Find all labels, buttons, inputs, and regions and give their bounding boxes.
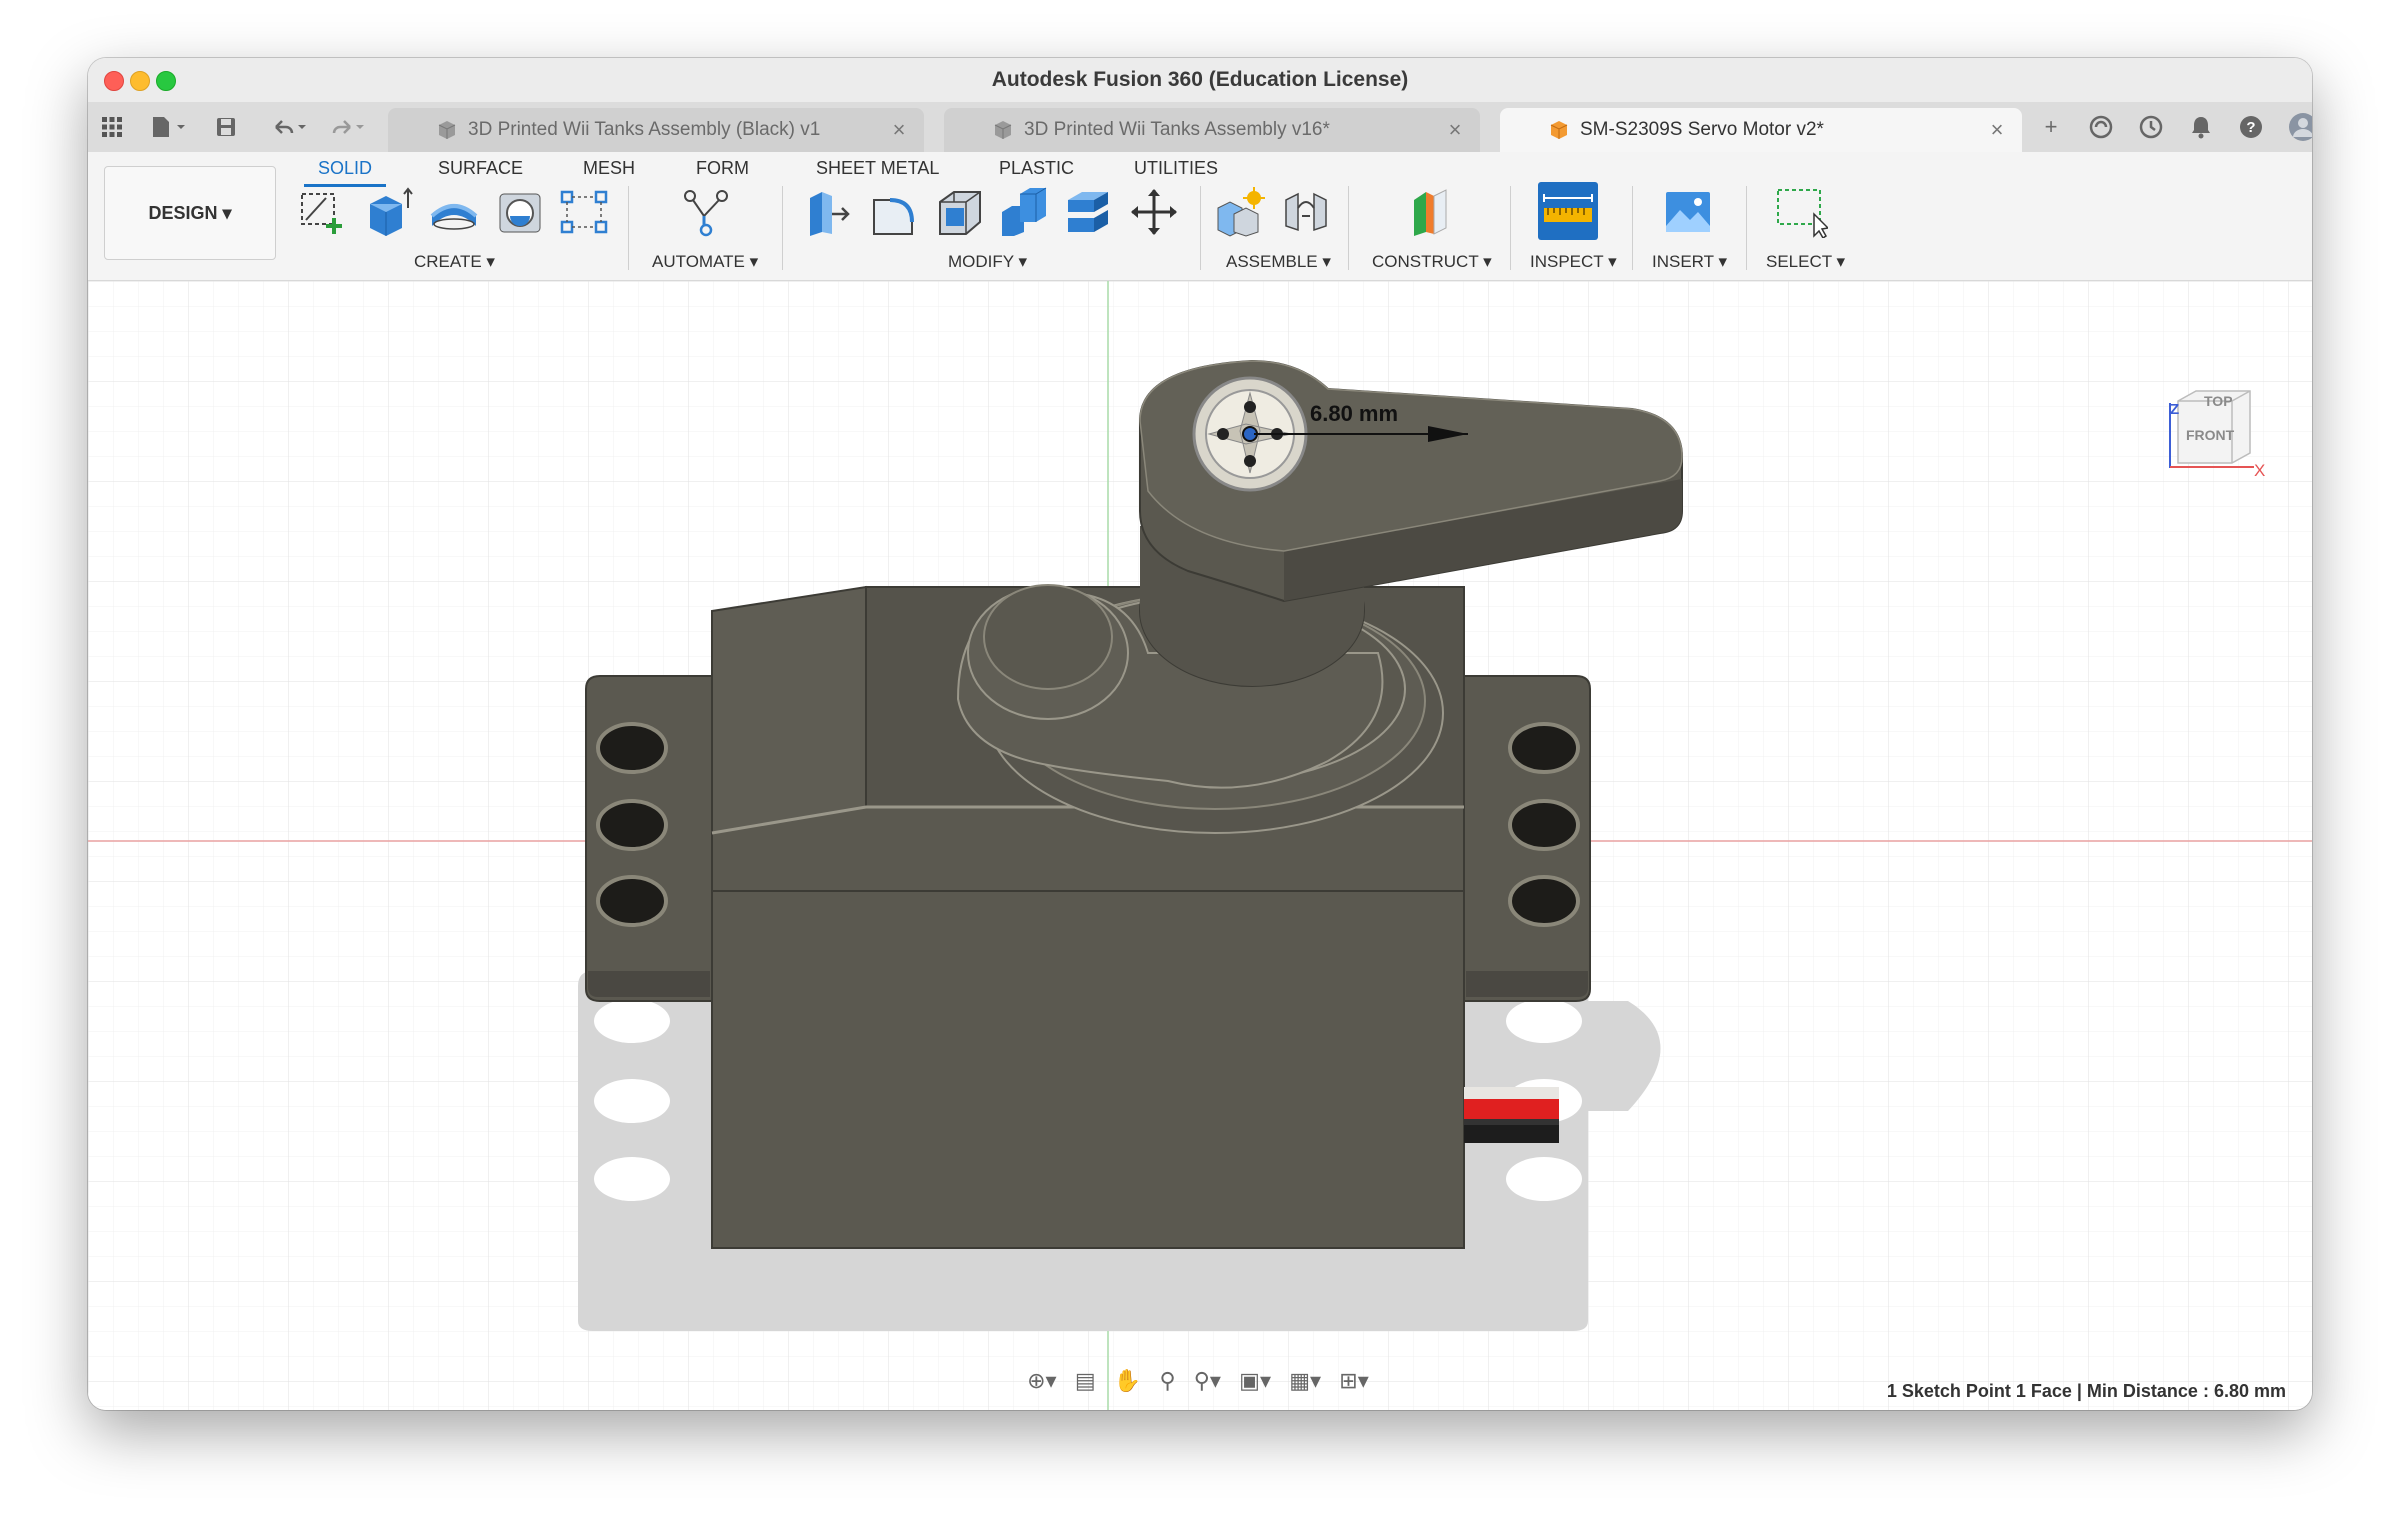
servo-wire[interactable] <box>1464 1087 1559 1143</box>
close-tab-icon[interactable]: × <box>1986 117 2008 143</box>
tab-form[interactable]: FORM <box>696 158 749 179</box>
tab-sheet-metal[interactable]: SHEET METAL <box>816 158 939 179</box>
close-tab-icon[interactable]: × <box>888 117 910 143</box>
viewcube-top-face[interactable]: TOP <box>2204 393 2233 409</box>
servo-right-flange[interactable] <box>1463 675 1591 1002</box>
extensions-icon[interactable] <box>2086 112 2116 142</box>
tab-solid[interactable]: SOLID <box>303 158 387 187</box>
split-body-icon[interactable] <box>1062 186 1114 238</box>
viewcube-axis-z: Z <box>2170 401 2180 418</box>
tab-label: 3D Printed Wii Tanks Assembly (Black) v1 <box>468 119 821 140</box>
close-tab-icon[interactable]: × <box>1444 117 1466 143</box>
title-bar: Autodesk Fusion 360 (Education License) <box>88 58 2312 103</box>
tab-utilities[interactable]: UTILITIES <box>1134 158 1218 179</box>
servo-lower-body[interactable] <box>711 890 1465 1249</box>
viewcube-axis-x: X <box>2254 461 2266 480</box>
canvas-viewport[interactable]: 6.80 mm Z TOP FRONT X ⊕▾ ▤ ✋ ⚲ ⚲▾ ▣▾ ▦▾ … <box>88 281 2312 1410</box>
select-group-label[interactable]: SELECT ▾ <box>1766 252 1845 272</box>
data-panel-grid-icon[interactable] <box>98 114 126 140</box>
move-copy-icon[interactable] <box>1128 186 1180 238</box>
divider <box>1348 186 1349 270</box>
zoom-icon[interactable]: ⚲ <box>1159 1368 1175 1394</box>
revolve-icon[interactable] <box>428 186 480 238</box>
component-icon <box>994 121 1012 139</box>
divider <box>1746 186 1747 270</box>
divider <box>1632 186 1633 270</box>
grid-settings-icon[interactable]: ▦▾ <box>1289 1368 1321 1394</box>
divider <box>1200 186 1201 270</box>
tab-label: SM-S2309S Servo Motor v2* <box>1580 119 1824 140</box>
create-group-label[interactable]: CREATE ▾ <box>414 252 495 272</box>
user-avatar[interactable] <box>2288 112 2312 142</box>
redo-icon[interactable] <box>326 114 370 140</box>
viewcube-front-face[interactable]: FRONT <box>2186 427 2234 443</box>
orbit-icon[interactable]: ⊕▾ <box>1027 1368 1056 1394</box>
document-tab-bar: 3D Printed Wii Tanks Assembly (Black) v1… <box>88 102 2312 153</box>
fit-zoom-icon[interactable]: ⚲▾ <box>1194 1368 1221 1394</box>
divider <box>1510 186 1511 270</box>
divider <box>782 186 783 270</box>
insert-group-label[interactable]: INSERT ▾ <box>1652 252 1727 272</box>
pan-hand-icon[interactable]: ✋ <box>1114 1368 1141 1394</box>
measure-icon[interactable] <box>1538 182 1598 240</box>
notifications-bell-icon[interactable] <box>2186 112 2216 142</box>
model-canvas[interactable] <box>88 281 2312 1410</box>
fillet-icon[interactable] <box>868 186 920 238</box>
combine-icon[interactable] <box>998 186 1050 238</box>
insert-image-icon[interactable] <box>1662 186 1714 238</box>
tab-label: 3D Printed Wii Tanks Assembly v16* <box>1024 119 1330 140</box>
help-icon[interactable]: ? <box>2236 112 2266 142</box>
component-orange-icon <box>1550 121 1568 139</box>
joint-icon[interactable] <box>1280 186 1332 238</box>
extrude-icon[interactable] <box>362 186 414 238</box>
create-sketch-icon[interactable] <box>296 186 348 238</box>
hole-icon[interactable] <box>494 186 546 238</box>
assemble-group-label[interactable]: ASSEMBLE ▾ <box>1226 252 1331 272</box>
construct-group-label[interactable]: CONSTRUCT ▾ <box>1372 252 1492 272</box>
navigation-bar: ⊕▾ ▤ ✋ ⚲ ⚲▾ ▣▾ ▦▾ ⊞▾ <box>1018 1361 1378 1401</box>
undo-icon[interactable] <box>268 114 312 140</box>
new-component-icon[interactable] <box>1214 186 1266 238</box>
viewcube[interactable]: Z TOP FRONT X <box>2156 383 2266 483</box>
shell-icon[interactable] <box>934 186 986 238</box>
tab-surface[interactable]: SURFACE <box>438 158 523 179</box>
divider <box>628 186 629 270</box>
new-tab-icon[interactable]: + <box>2036 112 2066 142</box>
modify-group-label[interactable]: MODIFY ▾ <box>948 252 1027 272</box>
automate-group-label[interactable]: AUTOMATE ▾ <box>652 252 758 272</box>
inspect-group-label[interactable]: INSPECT ▾ <box>1530 252 1617 272</box>
tab-plastic[interactable]: PLASTIC <box>999 158 1074 179</box>
display-settings-icon[interactable]: ▣▾ <box>1239 1368 1271 1394</box>
construct-plane-icon[interactable] <box>1404 186 1456 238</box>
measure-status-text: 1 Sketch Point 1 Face | Min Distance : 6… <box>1886 1381 2286 1401</box>
measurement-label: 6.80 mm <box>1310 401 1399 426</box>
job-status-icon[interactable] <box>2136 112 2166 142</box>
save-icon[interactable] <box>212 114 240 140</box>
select-window-icon[interactable] <box>1776 186 1828 238</box>
pattern-icon[interactable] <box>558 186 610 238</box>
workspace-switcher[interactable]: DESIGN ▾ <box>104 166 276 260</box>
look-at-icon[interactable]: ▤ <box>1075 1368 1096 1394</box>
window-title: Autodesk Fusion 360 (Education License) <box>991 68 1409 91</box>
app-window: Autodesk Fusion 360 (Education License) … <box>88 58 2312 1410</box>
servo-left-flange[interactable] <box>585 675 713 1002</box>
file-menu-icon[interactable] <box>148 114 192 140</box>
ribbon-toolbar: DESIGN ▾ SOLID SURFACE MESH FORM SHEET M… <box>88 152 2312 281</box>
document-tab-servo-motor[interactable]: SM-S2309S Servo Motor v2* × <box>1500 108 2022 152</box>
document-tab-wii-tanks-black[interactable]: 3D Printed Wii Tanks Assembly (Black) v1… <box>388 108 924 152</box>
document-tab-wii-tanks-v16[interactable]: 3D Printed Wii Tanks Assembly v16* × <box>944 108 1480 152</box>
component-icon <box>438 121 456 139</box>
automate-icon[interactable] <box>680 186 732 238</box>
svg-text:?: ? <box>2246 119 2255 136</box>
tab-mesh[interactable]: MESH <box>583 158 635 179</box>
press-pull-icon[interactable] <box>802 186 854 238</box>
viewports-icon[interactable]: ⊞▾ <box>1339 1368 1368 1394</box>
